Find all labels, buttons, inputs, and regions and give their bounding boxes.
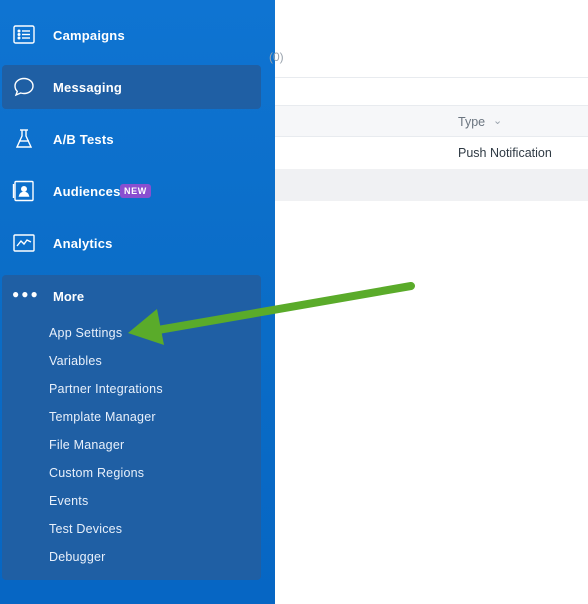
cell-type: Push Notification bbox=[458, 146, 552, 160]
submenu-item-events[interactable]: Events bbox=[49, 494, 88, 508]
dots-icon: ●●● bbox=[12, 287, 40, 301]
person-card-icon bbox=[12, 179, 36, 203]
sidebar-item-label: Audiences bbox=[53, 183, 121, 199]
sidebar-item-label: Campaigns bbox=[53, 27, 125, 43]
sidebar-item-messaging[interactable]: Messaging bbox=[2, 65, 261, 109]
submenu-item-debugger[interactable]: Debugger bbox=[49, 550, 106, 564]
submenu-item-variables[interactable]: Variables bbox=[49, 354, 102, 368]
sidebar-item-campaigns[interactable]: Campaigns bbox=[0, 13, 262, 57]
new-badge: NEW bbox=[120, 184, 151, 198]
sidebar-item-audiences[interactable]: Audiences NEW bbox=[0, 169, 262, 213]
sidebar-item-label: A/B Tests bbox=[53, 131, 114, 147]
column-header-type[interactable]: Type bbox=[458, 115, 485, 129]
sidebar-item-analytics[interactable]: Analytics bbox=[0, 221, 262, 265]
chat-bubble-icon bbox=[12, 75, 36, 99]
main-content: (0) Type ⌄ Push Notification bbox=[269, 0, 588, 604]
item-count: (0) bbox=[269, 50, 284, 64]
sidebar-item-label: Analytics bbox=[53, 235, 113, 251]
chevron-down-icon[interactable]: ⌄ bbox=[493, 114, 502, 127]
sidebar-item-label: More bbox=[53, 289, 85, 304]
submenu-item-test-devices[interactable]: Test Devices bbox=[49, 522, 122, 536]
beaker-icon bbox=[12, 127, 36, 151]
table-header: Type ⌄ bbox=[275, 105, 588, 137]
submenu-item-partner-integrations[interactable]: Partner Integrations bbox=[49, 382, 163, 396]
sidebar-item-ab-tests[interactable]: A/B Tests bbox=[0, 117, 262, 161]
sidebar-item-label: Messaging bbox=[53, 79, 122, 95]
chart-line-icon bbox=[12, 231, 36, 255]
list-icon bbox=[12, 23, 36, 47]
submenu-item-template-manager[interactable]: Template Manager bbox=[49, 410, 156, 424]
submenu-item-custom-regions[interactable]: Custom Regions bbox=[49, 466, 144, 480]
submenu-item-app-settings[interactable]: App Settings bbox=[49, 326, 122, 340]
sidebar: Campaigns Messaging A/B Tests Audiences … bbox=[0, 0, 275, 604]
sidebar-item-more[interactable]: ●●● More bbox=[2, 275, 261, 315]
divider bbox=[275, 77, 588, 78]
table-row[interactable]: Push Notification bbox=[275, 137, 588, 169]
more-menu: ●●● More App Settings Variables Partner … bbox=[2, 275, 261, 580]
table-row bbox=[275, 169, 588, 201]
submenu-item-file-manager[interactable]: File Manager bbox=[49, 438, 124, 452]
